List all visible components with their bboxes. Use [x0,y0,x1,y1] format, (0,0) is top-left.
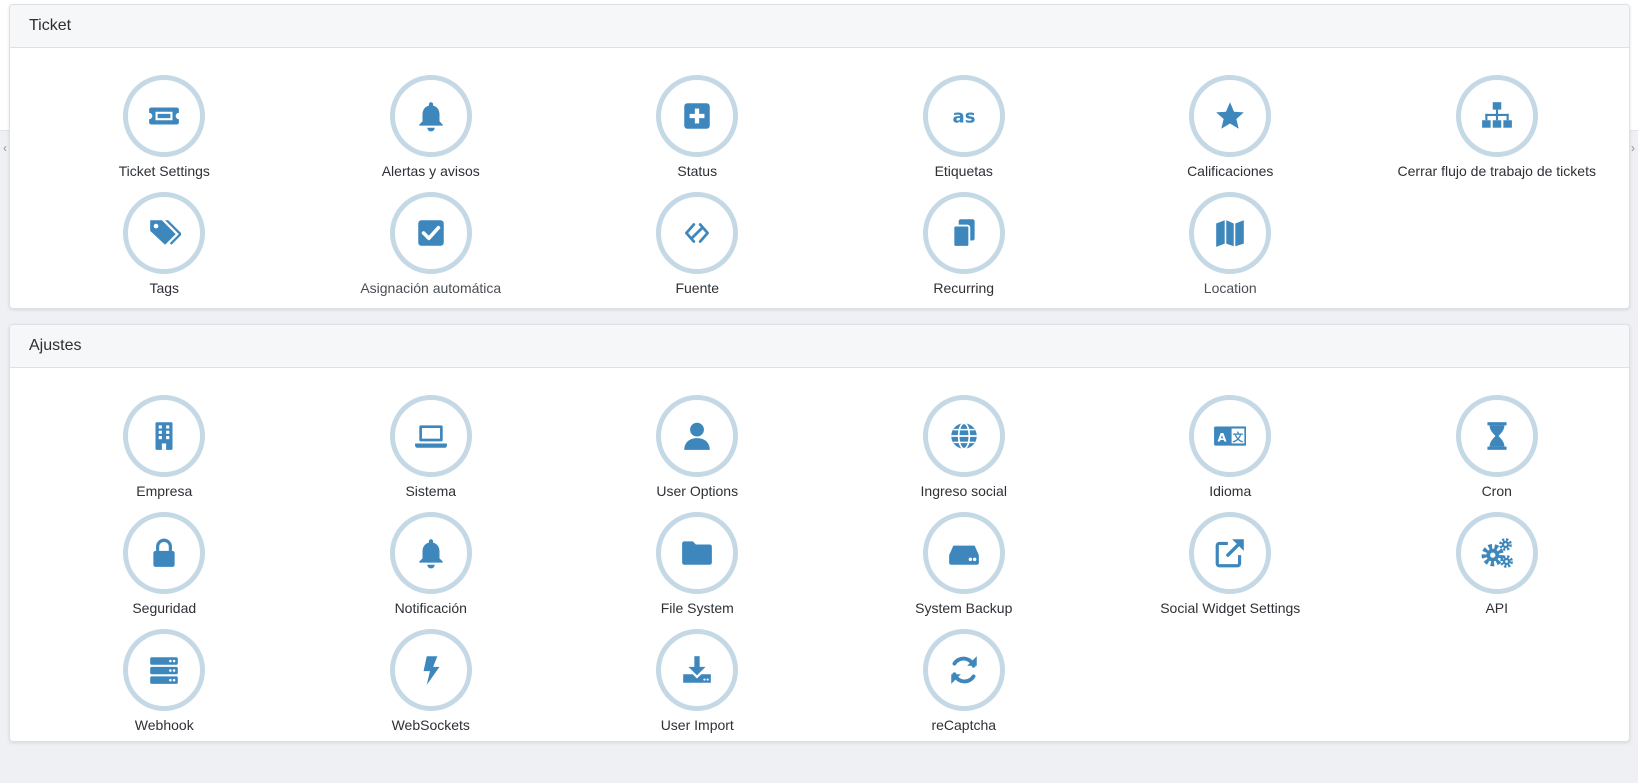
bolt-icon [389,629,472,711]
ticket-panel-header: Ticket [10,5,1629,48]
tile-asignacion-automatica[interactable]: Asignación automática [298,192,565,300]
tile-label: Cerrar flujo de trabajo de tickets [1397,163,1596,179]
check-square-icon [389,192,472,274]
tile-label: Etiquetas [934,163,993,179]
tile-label: Sistema [405,483,457,499]
copy-icon [922,192,1005,274]
tile-label: System Backup [915,600,1013,616]
ajustes-panel-title: Ajustes [29,337,82,354]
edge-mark-left: ‹ [3,141,7,155]
lastfm-icon: as [922,75,1005,157]
tile-recaptcha[interactable]: reCaptcha [831,629,1098,737]
tile-label: Asignación automática [360,280,502,296]
tile-label: File System [660,600,734,616]
tile-label: reCaptcha [931,717,997,733]
tile-label: Empresa [136,483,193,499]
tile-cerrar-flujo[interactable]: Cerrar flujo de trabajo de tickets [1364,75,1631,183]
tile-fuente[interactable]: Fuente [564,192,831,300]
download-icon [656,629,739,711]
svg-text:文: 文 [1232,431,1244,444]
tile-user-import[interactable]: User Import [564,629,831,737]
tile-label: Location [1203,280,1257,296]
bell-icon [389,75,472,157]
tile-file-system[interactable]: File System [564,512,831,620]
globe-icon [922,395,1005,477]
tile-idioma[interactable]: A文 Idioma [1097,395,1364,503]
external-link-icon [1189,512,1272,594]
tile-social-widget-settings[interactable]: Social Widget Settings [1097,512,1364,620]
tile-empresa[interactable]: Empresa [31,395,298,503]
laptop-icon [389,395,472,477]
code-fork-icon [656,192,739,274]
tile-label: Recurring [933,280,995,296]
star-icon [1189,75,1272,157]
tile-label: Ticket Settings [118,163,210,179]
tile-alertas-y-avisos[interactable]: Alertas y avisos [298,75,565,183]
plus-square-icon [656,75,739,157]
tags-icon [123,192,206,274]
sitemap-icon [1455,75,1538,157]
tile-label: Seguridad [132,600,197,616]
tile-label: Status [677,163,718,179]
tile-label: Cron [1481,483,1512,499]
tile-label: Social Widget Settings [1160,600,1301,616]
tile-label: Ingreso social [920,483,1007,499]
tile-ticket-settings[interactable]: Ticket Settings [31,75,298,183]
tile-label: API [1485,600,1509,616]
tile-api[interactable]: API [1364,512,1631,620]
ticket-panel-title: Ticket [29,17,72,34]
bell-icon [389,512,472,594]
hdd-icon [922,512,1005,594]
ajustes-panel-header: Ajustes [10,325,1629,368]
tile-tags[interactable]: Tags [31,192,298,300]
tile-recurring[interactable]: Recurring [831,192,1098,300]
tile-seguridad[interactable]: Seguridad [31,512,298,620]
tile-label: Webhook [134,717,194,733]
building-icon [123,395,206,477]
hourglass-icon [1455,395,1538,477]
cogs-icon [1455,512,1538,594]
tile-label: WebSockets [391,717,470,733]
user-icon [656,395,739,477]
tile-label: Alertas y avisos [381,163,480,179]
tile-label: User Import [660,717,734,733]
tile-location[interactable]: Location [1097,192,1364,300]
tile-webhook[interactable]: Webhook [31,629,298,737]
tile-calificaciones[interactable]: Calificaciones [1097,75,1364,183]
ajustes-settings-grid: Empresa Sistema User Options Ingreso soc… [10,368,1629,737]
tile-cron[interactable]: Cron [1364,395,1631,503]
tile-system-backup[interactable]: System Backup [831,512,1098,620]
folder-icon [656,512,739,594]
tile-ingreso-social[interactable]: Ingreso social [831,395,1098,503]
tile-label: Calificaciones [1187,163,1274,179]
tile-label: User Options [656,483,739,499]
edge-mark-right: › [1631,141,1635,155]
ticket-icon [123,75,206,157]
tile-user-options[interactable]: User Options [564,395,831,503]
tile-label: Notificación [394,600,467,616]
tile-notificacion[interactable]: Notificación [298,512,565,620]
tile-sistema[interactable]: Sistema [298,395,565,503]
ticket-panel: Ticket Ticket Settings Alertas y avisos … [9,4,1630,309]
ajustes-panel: Ajustes Empresa Sistema User Options Ing… [9,324,1630,742]
language-icon: A文 [1189,395,1272,477]
tile-websockets[interactable]: WebSockets [298,629,565,737]
tile-status[interactable]: Status [564,75,831,183]
refresh-icon [922,629,1005,711]
tile-label: Fuente [675,280,720,296]
ticket-settings-grid: Ticket Settings Alertas y avisos Status … [10,48,1629,300]
svg-text:as: as [952,106,975,127]
tile-label: Tags [149,280,180,296]
map-icon [1189,192,1272,274]
tile-label: Idioma [1209,483,1252,499]
tile-etiquetas[interactable]: as Etiquetas [831,75,1098,183]
server-icon [123,629,206,711]
lock-icon [123,512,206,594]
svg-text:A: A [1218,430,1227,444]
